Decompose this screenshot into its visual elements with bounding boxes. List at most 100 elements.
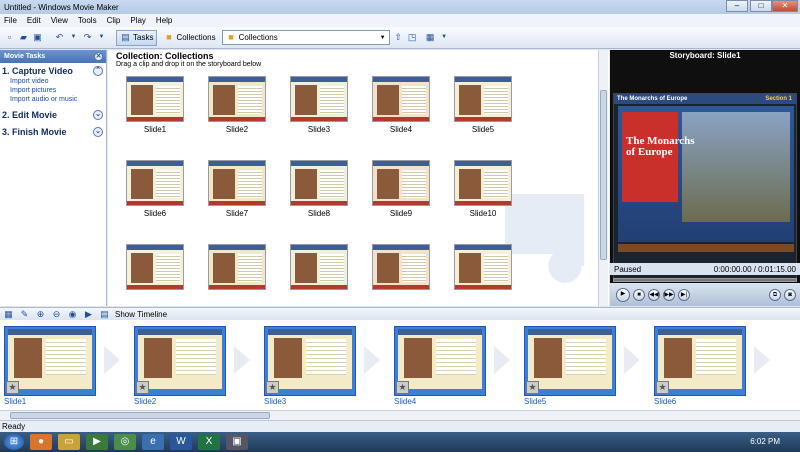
excel-icon[interactable]: X [198,434,220,450]
thumb-text [436,339,476,375]
storyboard-cell[interactable]: ★ [264,326,356,396]
zoom-in-icon[interactable]: ⊕ [35,309,46,320]
timeline-icon[interactable]: ▤ [99,309,110,320]
start-button-icon[interactable]: ⊞ [4,434,24,450]
thumb-text [484,86,508,114]
thumb-band [209,245,265,250]
undo-icon[interactable]: ↶ [54,32,65,43]
storyboard-cell[interactable]: ★ [4,326,96,396]
transition-arrow-icon[interactable] [624,346,640,374]
internet-explorer-icon[interactable]: e [142,434,164,450]
redo-dropdown-icon[interactable]: ▼ [96,32,107,43]
word-icon[interactable]: W [170,434,192,450]
expand-icon[interactable]: ⌄ [93,127,103,137]
edit-movie-section[interactable]: 2. Edit Movie ⌄ [0,107,106,121]
collection-item[interactable] [206,244,268,293]
menu-view[interactable]: View [51,16,68,25]
chrome-icon[interactable]: ◎ [114,434,136,450]
storyboard-scroll-thumb[interactable] [10,412,270,419]
collection-item[interactable] [370,244,432,293]
transition-arrow-icon[interactable] [364,346,380,374]
split-clip-icon[interactable]: ⧉ [769,288,781,301]
menu-play[interactable]: Play [130,16,146,25]
collection-select[interactable]: ■ Collections ▼ [221,30,390,45]
thumb-text [320,254,344,282]
star-effect-icon[interactable]: ★ [6,381,19,394]
import-pictures-link[interactable]: Import pictures [0,86,106,95]
new-project-icon[interactable]: ▫ [4,32,15,43]
collection-item[interactable]: Slide2 [206,76,268,134]
close-pane-icon[interactable]: ✕ [94,52,103,61]
zoom-out-icon[interactable]: ⊖ [51,309,62,320]
tasks-button[interactable]: ▤ Tasks [116,29,158,46]
star-effect-icon[interactable]: ★ [266,381,279,394]
collection-item[interactable]: Slide6 [124,160,186,218]
star-effect-icon[interactable]: ★ [136,381,149,394]
import-video-link[interactable]: Import video [0,77,106,86]
transition-arrow-icon[interactable] [494,346,510,374]
menu-help[interactable]: Help [156,16,172,25]
next-icon[interactable]: ▶| [678,288,690,301]
take-picture-icon[interactable]: ◙ [784,288,796,301]
new-collection-icon[interactable]: ◳ [407,32,418,43]
stop-icon[interactable]: ■ [633,288,645,301]
collection-item[interactable]: Slide9 [370,160,432,218]
redo-icon[interactable]: ↷ [82,32,93,43]
storyboard-cell[interactable]: ★ [394,326,486,396]
collections-button[interactable]: ■ Collections [160,30,218,46]
collection-scrollbar[interactable] [598,50,608,306]
close-button[interactable]: ✕ [772,0,798,12]
maximize-button[interactable]: □ [750,0,772,12]
collection-item[interactable]: Slide7 [206,160,268,218]
transition-arrow-icon[interactable] [104,346,120,374]
collection-item[interactable]: Slide10 [452,160,514,218]
import-audio-link[interactable]: Import audio or music [0,95,106,104]
menu-clip[interactable]: Clip [107,16,121,25]
open-project-icon[interactable]: ▰ [18,32,29,43]
seek-bar[interactable] [613,278,797,282]
collection-item[interactable]: Slide8 [288,160,350,218]
collection-item[interactable]: Slide4 [370,76,432,134]
transition-arrow-icon[interactable] [234,346,250,374]
storyboard-grid-icon[interactable]: ▦ [3,309,14,320]
collection-item[interactable] [288,244,350,293]
storyboard-scrollbar[interactable] [0,410,800,420]
view-dropdown-icon[interactable]: ▼ [439,32,450,43]
firefox-icon[interactable]: ● [30,434,52,450]
finish-movie-section[interactable]: 3. Finish Movie ⌄ [0,124,106,138]
up-folder-icon[interactable]: ⇧ [393,32,404,43]
star-effect-icon[interactable]: ★ [656,381,669,394]
capture-video-section[interactable]: 1. Capture Video ⌃ [0,63,106,77]
show-timeline-button[interactable]: Show Timeline [115,310,167,319]
scroll-thumb[interactable] [600,90,607,260]
rewind-storyboard-icon[interactable]: ◉ [67,309,78,320]
explorer-icon[interactable]: ▭ [58,434,80,450]
collapse-icon[interactable]: ⌃ [93,66,103,76]
previous-frame-icon[interactable]: ◀◀ [648,288,660,301]
view-options-icon[interactable]: ▦ [425,32,436,43]
narrate-icon[interactable]: ✎ [19,309,30,320]
menu-edit[interactable]: Edit [27,16,41,25]
movie-maker-icon[interactable]: ▣ [226,434,248,450]
collection-item[interactable]: Slide1 [124,76,186,134]
collection-item[interactable] [124,244,186,293]
collection-item[interactable] [452,244,514,293]
undo-dropdown-icon[interactable]: ▼ [68,32,79,43]
save-icon[interactable]: ▣ [32,32,43,43]
menu-file[interactable]: File [4,16,17,25]
star-effect-icon[interactable]: ★ [396,381,409,394]
menu-tools[interactable]: Tools [78,16,97,25]
media-player-icon[interactable]: ▶ [86,434,108,450]
collection-item[interactable]: Slide3 [288,76,350,134]
transition-arrow-icon[interactable] [754,346,770,374]
minimize-button[interactable]: – [726,0,748,12]
star-effect-icon[interactable]: ★ [526,381,539,394]
storyboard-cell[interactable]: ★ [524,326,616,396]
collection-item[interactable]: Slide5 [452,76,514,134]
next-frame-icon[interactable]: ▶▶ [663,288,675,301]
expand-icon[interactable]: ⌄ [93,110,103,120]
storyboard-cell[interactable]: ★ [134,326,226,396]
play-icon[interactable]: ▶ [616,287,630,302]
storyboard-cell[interactable]: ★ [654,326,746,396]
play-storyboard-icon[interactable]: ▶ [83,309,94,320]
